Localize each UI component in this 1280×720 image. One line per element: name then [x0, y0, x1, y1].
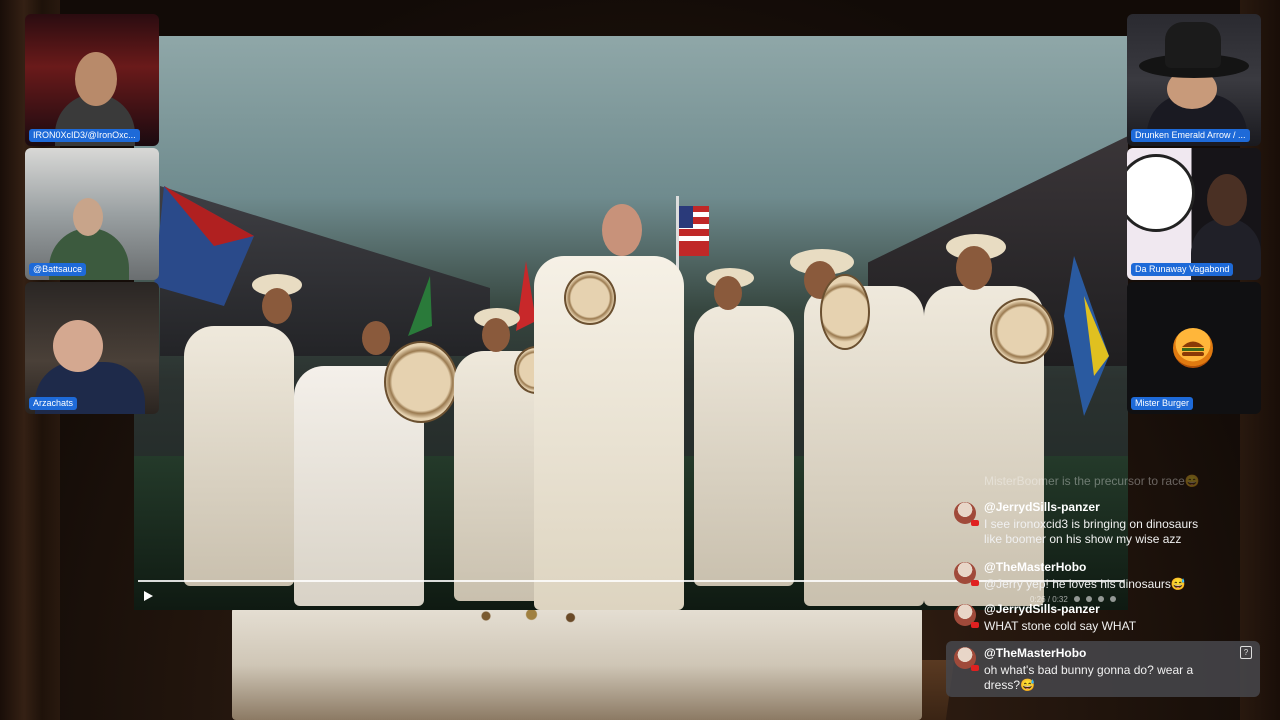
burger-avatar: [1173, 328, 1213, 368]
chat-message-faded: MisterBoomer is the precursor to race😄: [984, 474, 1200, 488]
chat-message-highlighted[interactable]: @TheMasterHobo oh what's bad bunny gonna…: [946, 641, 1260, 697]
performer-head: [714, 276, 742, 310]
participant-tile-battsauce[interactable]: @Battsauce: [25, 148, 159, 280]
participant-name: IRON0XcID3/@IronOxc...: [29, 129, 140, 142]
participant-face: [73, 198, 103, 236]
mattress-debris: [460, 608, 590, 624]
question-icon[interactable]: ?: [1240, 646, 1252, 659]
youtube-badge-icon: [971, 665, 979, 671]
chat-text: I see ironoxcid3 is bringing on dinosaur…: [984, 517, 1199, 546]
chat-author: @JerrydSills-panzer: [984, 500, 1100, 514]
chat-author: @JerrydSills-panzer: [984, 602, 1100, 616]
chat-message: @JerrydSills-panzer I see ironoxcid3 is …: [948, 500, 1260, 550]
logo-emblem: [1127, 154, 1195, 232]
participant-tile-drunken-emerald-arrow[interactable]: Drunken Emerald Arrow / ...: [1127, 14, 1261, 146]
chat-message: @JerrydSills-panzer WHAT stone cold say …: [948, 602, 1260, 642]
participant-face: [53, 320, 103, 372]
youtube-badge-icon: [971, 520, 979, 526]
participant-tile-mister-burger[interactable]: Mister Burger: [1127, 282, 1261, 414]
participant-tile-da-runaway-vagabond[interactable]: Da Runaway Vagabond: [1127, 148, 1261, 280]
youtube-badge-icon: [971, 622, 979, 628]
chat-overlay: MisterBoomer is the precursor to race😄 @…: [946, 470, 1260, 700]
chat-author: @TheMasterHobo: [984, 646, 1087, 660]
participant-name: Arzachats: [29, 397, 78, 410]
participant-face: [75, 52, 117, 106]
chat-avatar: [954, 647, 979, 671]
tambourine: [384, 341, 458, 423]
chat-text: WHAT stone cold say WHAT: [984, 619, 1137, 633]
chat-text: oh what's bad bunny gonna do? wear a dre…: [984, 663, 1194, 692]
performer-head: [956, 246, 992, 290]
participant-name: @Battsauce: [29, 263, 87, 276]
chat-text: @Jerry yep! he loves his dinosaurs😅: [984, 577, 1186, 591]
participant-face: [1207, 174, 1247, 226]
chat-author: @TheMasterHobo: [984, 560, 1087, 574]
flag-green: [408, 276, 432, 336]
performer: [694, 306, 794, 586]
tambourine: [820, 274, 870, 350]
youtube-badge-icon: [971, 580, 979, 586]
cowboy-hat-crown: [1165, 22, 1221, 68]
participant-name: Drunken Emerald Arrow / ...: [1131, 129, 1250, 142]
participant-name: Mister Burger: [1131, 397, 1194, 410]
participant-tile-arzachats[interactable]: Arzachats: [25, 282, 159, 414]
participant-tile-iron0xcid3[interactable]: IRON0XcID3/@IronOxc...: [25, 14, 159, 146]
chat-avatar: [954, 562, 979, 586]
performer: [184, 326, 294, 586]
chat-message: @TheMasterHobo @Jerry yep! he loves his …: [948, 560, 1260, 591]
performer-head: [362, 321, 390, 355]
flag-right: [1064, 256, 1109, 416]
performer-head: [262, 288, 292, 324]
tambourine: [564, 271, 616, 325]
flag-left: [154, 186, 254, 306]
play-icon[interactable]: [140, 588, 156, 604]
performer-head: [482, 318, 510, 352]
chat-avatar: [954, 502, 979, 526]
lead-performer-head: [602, 204, 642, 256]
participant-name: Da Runaway Vagabond: [1131, 263, 1234, 276]
chat-avatar: [954, 604, 979, 628]
tambourine: [990, 298, 1054, 364]
